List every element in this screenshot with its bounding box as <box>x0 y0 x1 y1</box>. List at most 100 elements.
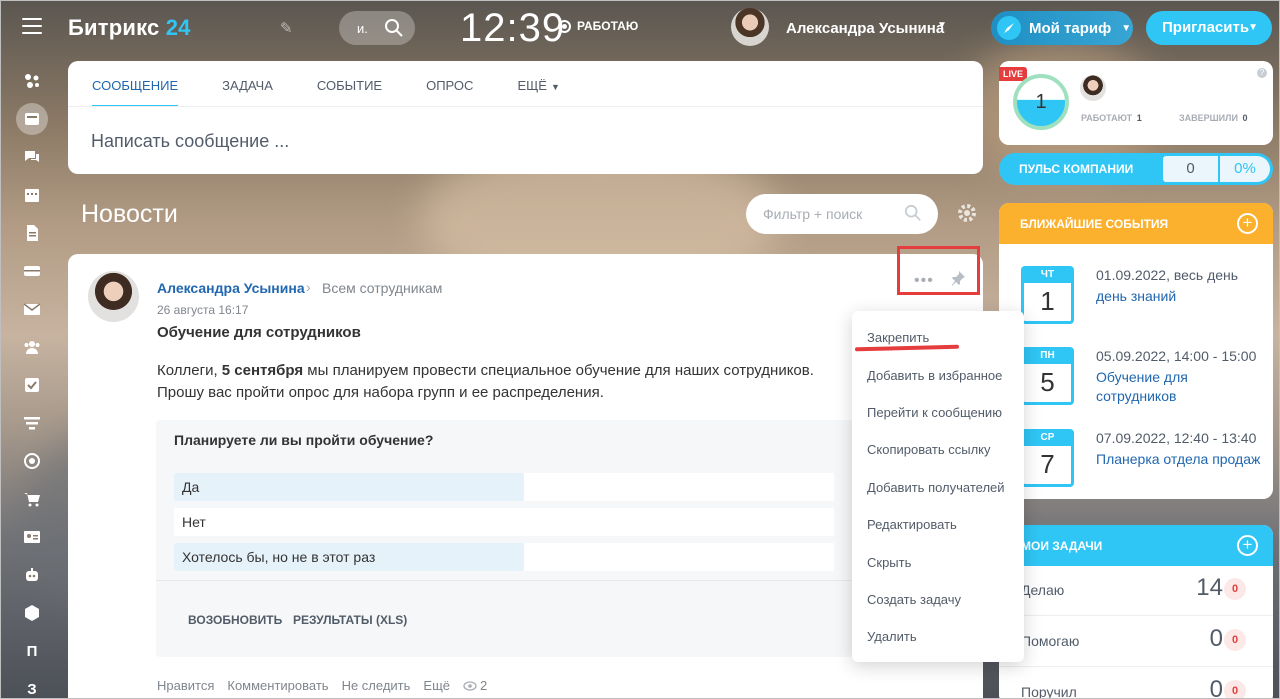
menu-icon[interactable] <box>22 18 42 34</box>
sidebar-item-mail[interactable] <box>12 290 52 328</box>
event-item[interactable]: ПН 5 05.09.2022, 14:00 - 15:00 Обучение д… <box>999 347 1273 417</box>
resume-poll-button[interactable]: ВОЗОБНОВИТЬ <box>188 613 282 627</box>
post-body: Коллеги, 5 сентября мы планируем провест… <box>157 362 814 401</box>
record-icon <box>558 19 571 33</box>
tab-event[interactable]: СОБЫТИЕ <box>317 78 382 107</box>
invite-button[interactable]: Пригласить ▼ <box>1146 11 1272 45</box>
sidebar-item-calendar[interactable] <box>12 176 52 214</box>
poll-bar <box>174 473 524 501</box>
tab-poll[interactable]: ОПРОС <box>426 78 473 107</box>
company-pulse-widget[interactable]: ПУЛЬС КОМПАНИИ 0 0% <box>999 153 1273 185</box>
task-row[interactable]: Помогаю 0 0 <box>999 617 1273 667</box>
sidebar-item-marketing[interactable] <box>12 442 52 480</box>
tab-more[interactable]: ЕЩЁ ▼ <box>517 78 559 107</box>
page-title: Новости <box>81 200 178 228</box>
checklist-icon <box>25 378 39 392</box>
target-icon <box>24 453 40 469</box>
user-avatar[interactable] <box>731 8 769 46</box>
chevron-down-icon: ▼ <box>1248 22 1258 33</box>
event-item[interactable]: СР 7 07.09.2022, 12:40 - 13:40 Планерка о… <box>999 429 1273 499</box>
unfollow-button[interactable]: Не следить <box>342 678 411 693</box>
gear-icon[interactable] <box>956 202 978 224</box>
divider <box>156 580 856 581</box>
my-tasks-widget: МОИ ЗАДАЧИ + Делаю 14 0 Помогаю 0 0 Пору… <box>999 525 1273 699</box>
sidebar-item-robots[interactable] <box>12 556 52 594</box>
add-event-icon[interactable]: + <box>1237 213 1258 234</box>
help-icon[interactable]: ? <box>1257 68 1267 78</box>
app-logo[interactable]: Битрикс 24 <box>68 15 191 41</box>
event-time: 01.09.2022, весь день <box>1096 267 1239 283</box>
sidebar-item-tasks-projects[interactable] <box>12 100 52 138</box>
sidebar-item-drive[interactable] <box>12 252 52 290</box>
work-status-button[interactable]: РАБОТАЮ <box>558 19 638 33</box>
feed-icon <box>25 74 39 88</box>
event-item[interactable]: ЧТ 1 01.09.2022, весь день день знаний <box>999 266 1273 336</box>
live-badge: LIVE <box>999 67 1028 81</box>
post-date[interactable]: 26 августа 16:17 <box>157 303 248 317</box>
header-search[interactable]: и. <box>339 11 415 45</box>
menu-item-edit[interactable]: Редактировать <box>867 517 957 532</box>
menu-item-hide[interactable]: Скрыть <box>867 555 911 570</box>
divider <box>68 106 983 107</box>
sidebar-item-crm[interactable] <box>12 404 52 442</box>
my-tariff-button[interactable]: Мой тариф ▼ <box>991 11 1133 45</box>
poll-option[interactable]: Нет <box>174 508 834 536</box>
post-author[interactable]: Александра Усынина <box>157 280 305 296</box>
menu-item-copy-link[interactable]: Скопировать ссылку <box>867 442 991 457</box>
task-row[interactable]: Поручил 0 0 <box>999 668 1273 699</box>
poll-option[interactable]: Хотелось бы, но не в этот раз <box>174 543 834 571</box>
message-input[interactable]: Написать сообщение ... <box>91 131 289 152</box>
add-task-icon[interactable]: + <box>1237 535 1258 556</box>
rocket-icon <box>997 16 1021 40</box>
work-time-widget[interactable]: LIVE 1 РАБОТАЮТ 1 ЗАВЕРШИЛИ 0 ? <box>999 61 1273 145</box>
poll-block: Планируете ли вы пройти обучение? Да Нет… <box>156 420 856 657</box>
robot-icon <box>26 568 38 581</box>
menu-item-favorite[interactable]: Добавить в избранное <box>867 368 1002 383</box>
sidebar-item-p[interactable]: П <box>12 632 52 670</box>
more-button[interactable]: Ещё <box>423 678 450 693</box>
sidebar-item-documents[interactable] <box>12 214 52 252</box>
tab-message[interactable]: СООБЩЕНИЕ <box>92 78 179 107</box>
menu-item-pin[interactable]: Закрепить <box>867 330 929 345</box>
event-link[interactable]: Обучение для сотрудников <box>1096 368 1261 406</box>
chevron-right-icon: › <box>306 279 311 295</box>
comment-button[interactable]: Комментировать <box>227 678 328 693</box>
avatar[interactable] <box>1080 75 1106 101</box>
documents-icon <box>27 225 38 241</box>
event-time: 05.09.2022, 14:00 - 15:00 <box>1096 348 1257 364</box>
sidebar-item-z[interactable]: З <box>12 670 52 699</box>
mail-icon <box>23 303 41 315</box>
event-link[interactable]: Планерка отдела продаж <box>1096 450 1261 469</box>
user-name[interactable]: Александра Усынина <box>786 20 944 37</box>
poll-results-button[interactable]: РЕЗУЛЬТАТЫ (XLS) <box>293 613 407 627</box>
pin-icon[interactable] <box>950 270 966 286</box>
event-link[interactable]: день знаний <box>1096 287 1261 306</box>
sidebar-item-chat[interactable] <box>12 138 52 176</box>
views-counter[interactable]: 2 <box>463 678 487 693</box>
eye-icon <box>463 680 477 691</box>
poll-track <box>174 508 834 536</box>
edit-logo-icon[interactable]: ✎ <box>280 19 293 37</box>
groups-icon <box>24 341 40 354</box>
task-row[interactable]: Делаю 14 0 <box>999 566 1273 616</box>
like-button[interactable]: Нравится <box>157 678 214 693</box>
filter-placeholder: Фильтр + поиск <box>763 206 863 222</box>
menu-item-delete[interactable]: Удалить <box>867 629 917 644</box>
sidebar-item-checklist[interactable] <box>12 366 52 404</box>
poll-option[interactable]: Да <box>174 473 834 501</box>
sidebar-item-shop[interactable] <box>12 480 52 518</box>
tab-task[interactable]: ЗАДАЧА <box>222 78 273 107</box>
author-avatar[interactable] <box>88 271 139 322</box>
filter-search-input[interactable]: Фильтр + поиск <box>746 194 938 234</box>
sidebar-item-contacts[interactable] <box>12 518 52 556</box>
sidebar-item-feed[interactable] <box>12 62 52 100</box>
menu-item-add-recipients[interactable]: Добавить получателей <box>867 480 1005 495</box>
more-options-icon[interactable]: ••• <box>914 272 934 290</box>
sidebar-item-groups[interactable] <box>12 328 52 366</box>
sidebar-item-inventory[interactable] <box>12 594 52 632</box>
chevron-down-icon[interactable]: ▼ <box>937 20 947 31</box>
menu-item-go-to-message[interactable]: Перейти к сообщению <box>867 405 1002 420</box>
calendar-date-icon: ПН 5 <box>1021 347 1074 405</box>
menu-item-create-task[interactable]: Создать задачу <box>867 592 961 607</box>
post-audience[interactable]: Всем сотрудникам <box>322 280 442 296</box>
